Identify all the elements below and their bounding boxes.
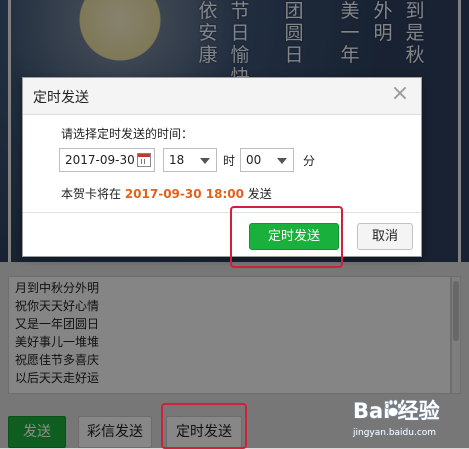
close-icon[interactable]: ×	[389, 83, 411, 105]
chevron-down-icon	[277, 158, 287, 164]
highlight-box-timed-send	[161, 403, 247, 449]
highlight-box-dialog-confirm	[230, 206, 343, 268]
minute-unit-label: 分	[303, 154, 316, 168]
watermark-url: jingyan.baidu.com	[353, 428, 437, 438]
minute-select[interactable]: 00	[240, 148, 294, 172]
schedule-notice: 本贺卡将在 2017-09-30 18:00 发送	[61, 185, 272, 202]
dialog-title: 定时发送	[33, 90, 89, 106]
notice-prefix: 本贺卡将在	[61, 187, 125, 201]
dialog-prompt: 请选择定时发送的时间：	[61, 127, 194, 141]
cancel-button[interactable]: 取消	[357, 223, 413, 250]
dialog-header: 定时发送 ×	[23, 78, 421, 115]
minute-value: 00	[246, 153, 262, 167]
paw-logo-icon	[384, 399, 402, 417]
date-input[interactable]: 2017-09-30	[59, 148, 155, 172]
timed-send-dialog: 定时发送 × 请选择定时发送的时间： 2017-09-30 18 时 00 分 …	[22, 77, 422, 257]
baidu-jingyan-watermark: Bai 经验 jingyan.baidu.com	[353, 393, 465, 445]
notice-suffix: 发送	[243, 187, 272, 201]
hour-unit-label: 时	[223, 154, 236, 168]
hour-value: 18	[169, 153, 185, 167]
dialog-footer: 定时发送 取消	[23, 212, 421, 257]
calendar-icon[interactable]	[137, 153, 151, 167]
date-value: 2017-09-30	[65, 153, 135, 167]
hour-select[interactable]: 18	[163, 148, 217, 172]
chevron-down-icon	[200, 158, 210, 164]
notice-time: 2017-09-30 18:00	[124, 187, 244, 201]
